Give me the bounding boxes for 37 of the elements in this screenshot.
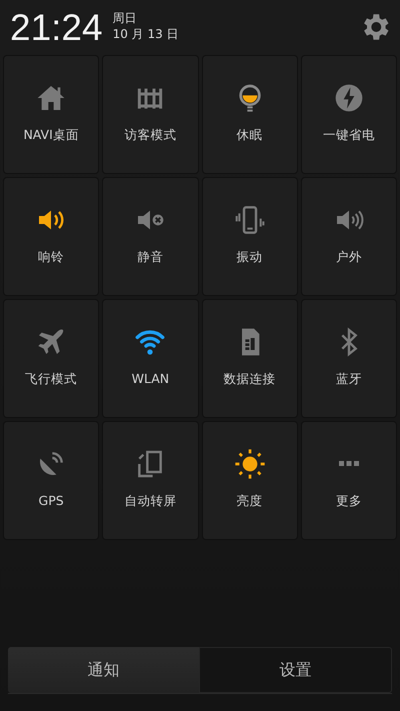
toggle-tile[interactable]: 飞行模式 — [4, 300, 98, 417]
toggle-label: 更多 — [336, 492, 362, 510]
toggle-label: GPS — [38, 492, 64, 510]
toggle-label: 自动转屏 — [124, 492, 176, 510]
toggle-label: 亮度 — [236, 492, 263, 510]
toggle-tile[interactable]: 更多 — [302, 422, 396, 539]
date: 10 月 13 日 — [112, 27, 179, 43]
toggle-label: 飞行模式 — [25, 370, 78, 388]
toggle-tile[interactable]: 一键省电 — [302, 56, 396, 173]
toggle-label: NAVI桌面 — [23, 126, 79, 144]
tab[interactable]: 通知 — [8, 647, 199, 693]
toggle-label: 一键省电 — [322, 126, 375, 144]
clock-time: 21:24 — [10, 8, 103, 46]
toggle-label: WLAN — [132, 370, 170, 388]
tab[interactable]: 设置 — [199, 647, 392, 693]
toggle-label: 静音 — [137, 248, 164, 266]
toggle-label: 休眠 — [236, 126, 263, 144]
toggle-tile[interactable]: 户外 — [302, 178, 396, 295]
toggle-label: 数据连接 — [224, 370, 276, 388]
toggle-label: 户外 — [336, 248, 362, 266]
toggle-tile[interactable]: 亮度 — [202, 422, 297, 539]
toggle-label: 访客模式 — [124, 126, 176, 144]
toggle-label: 振动 — [236, 248, 263, 266]
toggle-tile[interactable]: 响铃 — [4, 178, 98, 295]
toggle-label: 蓝牙 — [336, 370, 362, 388]
toggle-tile[interactable]: GPS — [4, 422, 98, 539]
toggle-tile[interactable]: NAVI桌面 — [4, 56, 98, 173]
toggle-tile[interactable]: 静音 — [103, 178, 198, 295]
weekday: 周日 — [112, 11, 138, 27]
toggle-tile[interactable]: 自动转屏 — [103, 422, 198, 539]
toggle-tile[interactable]: 振动 — [202, 178, 297, 295]
toggle-tile[interactable]: WLAN — [103, 300, 198, 417]
toggle-tile[interactable]: 休眠 — [202, 56, 297, 173]
toggle-label: 响铃 — [38, 248, 64, 266]
toggle-tile[interactable]: 数据连接 — [202, 300, 297, 417]
toggle-tile[interactable]: 蓝牙 — [302, 300, 396, 417]
toggle-tile[interactable]: 访客模式 — [103, 56, 198, 173]
